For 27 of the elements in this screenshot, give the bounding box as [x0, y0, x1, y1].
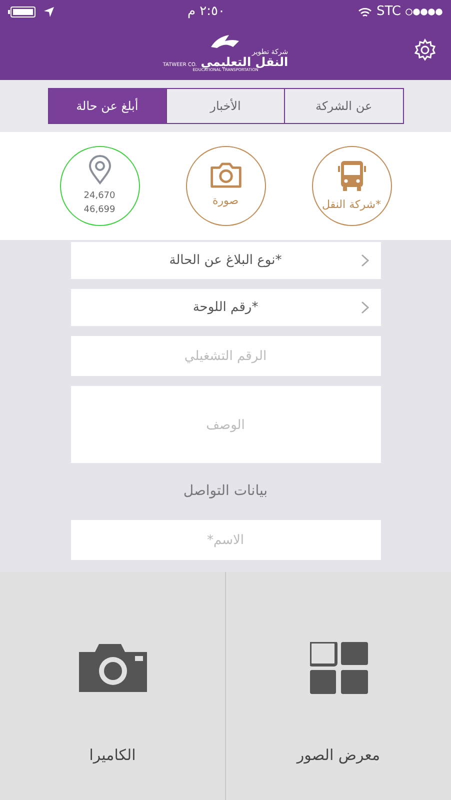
- camera-button[interactable]: الكاميرا: [0, 572, 226, 800]
- gallery-button[interactable]: معرض الصور: [226, 572, 451, 800]
- select-field[interactable]: رقم اللوحة*: [70, 289, 380, 326]
- section-heading: بيانات التواصل: [183, 482, 268, 501]
- grid-icon: [310, 642, 368, 694]
- tab[interactable]: عن الشركة: [285, 89, 402, 123]
- camera-icon: [208, 162, 242, 189]
- coordinate-text: 46,699: [84, 204, 116, 217]
- chevron-icon: [360, 254, 368, 267]
- carrier-name: STC: [376, 3, 401, 22]
- tab[interactable]: الأخبار: [166, 89, 286, 123]
- wifi-icon: [358, 6, 372, 18]
- chevron-icon: [360, 301, 368, 314]
- settings-icon[interactable]: [413, 38, 437, 62]
- location-arrow-icon: [44, 7, 54, 17]
- text-field[interactable]: الرقم التشغيلي: [70, 336, 380, 376]
- description-field[interactable]: الوصف: [70, 386, 380, 463]
- status-time: ٢:٥٠ م: [187, 3, 225, 22]
- text-field[interactable]: الاسم*: [70, 520, 380, 560]
- map-pin-icon: [86, 155, 112, 185]
- coordinate-text: 24,670: [84, 190, 116, 203]
- logo-arabic-title: النقل التعليمي: [200, 56, 288, 68]
- tab[interactable]: أبلغ عن حالة: [48, 89, 167, 123]
- location-button[interactable]: 24,670 46,699: [60, 146, 140, 226]
- select-field[interactable]: نوع البلاغ عن الحالة*: [70, 242, 380, 279]
- signal-icon: [405, 8, 443, 16]
- battery-icon: [8, 6, 36, 18]
